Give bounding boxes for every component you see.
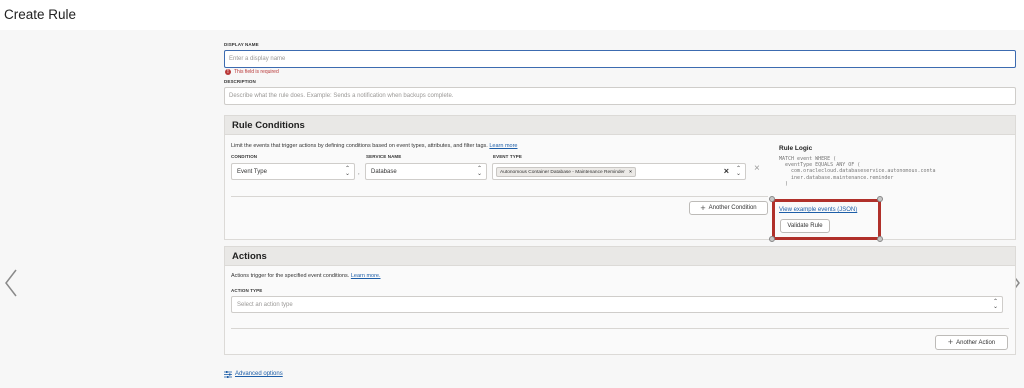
- event-type-multiselect[interactable]: Autonomous Container Database - Maintena…: [492, 163, 746, 180]
- advanced-options-label: Advanced options: [235, 371, 283, 377]
- rule-conditions-header: Rule Conditions: [225, 116, 1015, 135]
- action-type-placeholder: Select an action type: [237, 302, 293, 308]
- description-label: DESCRIPTION: [224, 79, 256, 84]
- remove-condition-icon[interactable]: ×: [754, 164, 760, 174]
- resize-handle[interactable]: [877, 196, 883, 202]
- plus-icon: +: [947, 337, 954, 347]
- create-rule-page: Create Rule DISPLAY NAME Enter a display…: [0, 0, 1024, 388]
- another-condition-label: Another Condition: [708, 205, 757, 211]
- conditions-divider: [231, 196, 768, 197]
- chip-remove-icon[interactable]: ×: [629, 170, 632, 175]
- select-caret-icon: ⌃ ⌄: [476, 166, 482, 177]
- sliders-icon: [224, 365, 232, 383]
- select-caret-icon: ⌃ ⌄: [992, 299, 998, 310]
- highlight-box: [772, 199, 881, 240]
- select-caret-icon: ⌃ ⌄: [344, 166, 350, 177]
- action-type-select[interactable]: Select an action type ⌃ ⌄: [231, 296, 1003, 313]
- previous-arrow-icon[interactable]: [2, 268, 20, 298]
- rule-conditions-intro: Limit the events that trigger actions by…: [231, 143, 488, 149]
- service-name-select-value: Database: [371, 169, 397, 175]
- resize-handle[interactable]: [769, 196, 775, 202]
- error-icon: !: [225, 69, 231, 75]
- resize-handle[interactable]: [877, 236, 883, 242]
- another-action-label: Another Action: [956, 339, 996, 346]
- description-input[interactable]: Describe what the rule does. Example: Se…: [224, 87, 1016, 105]
- event-type-column-label: EVENT TYPE: [493, 154, 523, 159]
- condition-select-value: Event Type: [237, 169, 267, 175]
- another-action-button[interactable]: + Another Action: [935, 335, 1008, 350]
- condition-column-label: CONDITION: [231, 154, 258, 159]
- display-name-input[interactable]: Enter a display name: [224, 50, 1016, 68]
- resize-handle[interactable]: [769, 236, 775, 242]
- error-text: This field is required: [234, 69, 279, 75]
- plus-icon: +: [700, 202, 706, 213]
- condition-select[interactable]: Event Type ⌃ ⌄: [231, 163, 355, 180]
- clear-all-icon[interactable]: ×: [724, 167, 729, 176]
- condition-separator: ,: [358, 170, 360, 176]
- display-name-error: ! This field is required: [225, 69, 279, 75]
- actions-title: Actions: [232, 251, 267, 262]
- display-name-label: DISPLAY NAME: [224, 42, 259, 47]
- select-caret-icon: ⌃ ⌄: [735, 166, 741, 177]
- rule-conditions-learn-more-link[interactable]: Learn more: [489, 143, 517, 149]
- service-name-select[interactable]: Database ⌃ ⌄: [365, 163, 487, 180]
- actions-intro: Actions trigger for the specified event …: [231, 273, 350, 279]
- event-type-chip: Autonomous Container Database - Maintena…: [496, 167, 636, 177]
- actions-header: Actions: [225, 247, 1015, 266]
- actions-learn-more-link[interactable]: Learn more.: [351, 273, 381, 279]
- advanced-options-link[interactable]: Advanced options: [224, 365, 283, 383]
- actions-description: Actions trigger for the specified event …: [231, 273, 381, 279]
- page-title: Create Rule: [4, 7, 77, 22]
- rule-conditions-title: Rule Conditions: [232, 120, 305, 131]
- page-header: Create Rule: [0, 0, 1024, 30]
- rule-logic-title: Rule Logic: [779, 145, 813, 152]
- event-type-chip-label: Autonomous Container Database - Maintena…: [500, 170, 625, 175]
- service-name-column-label: SERVICE NAME: [366, 154, 402, 159]
- actions-divider: [231, 328, 1009, 329]
- rule-conditions-description: Limit the events that trigger actions by…: [231, 143, 518, 149]
- another-condition-button[interactable]: + Another Condition: [689, 201, 768, 215]
- rule-logic-code: MATCH event WHERE ( eventType EQUALS ANY…: [779, 156, 936, 187]
- action-type-label: ACTION TYPE: [231, 288, 263, 293]
